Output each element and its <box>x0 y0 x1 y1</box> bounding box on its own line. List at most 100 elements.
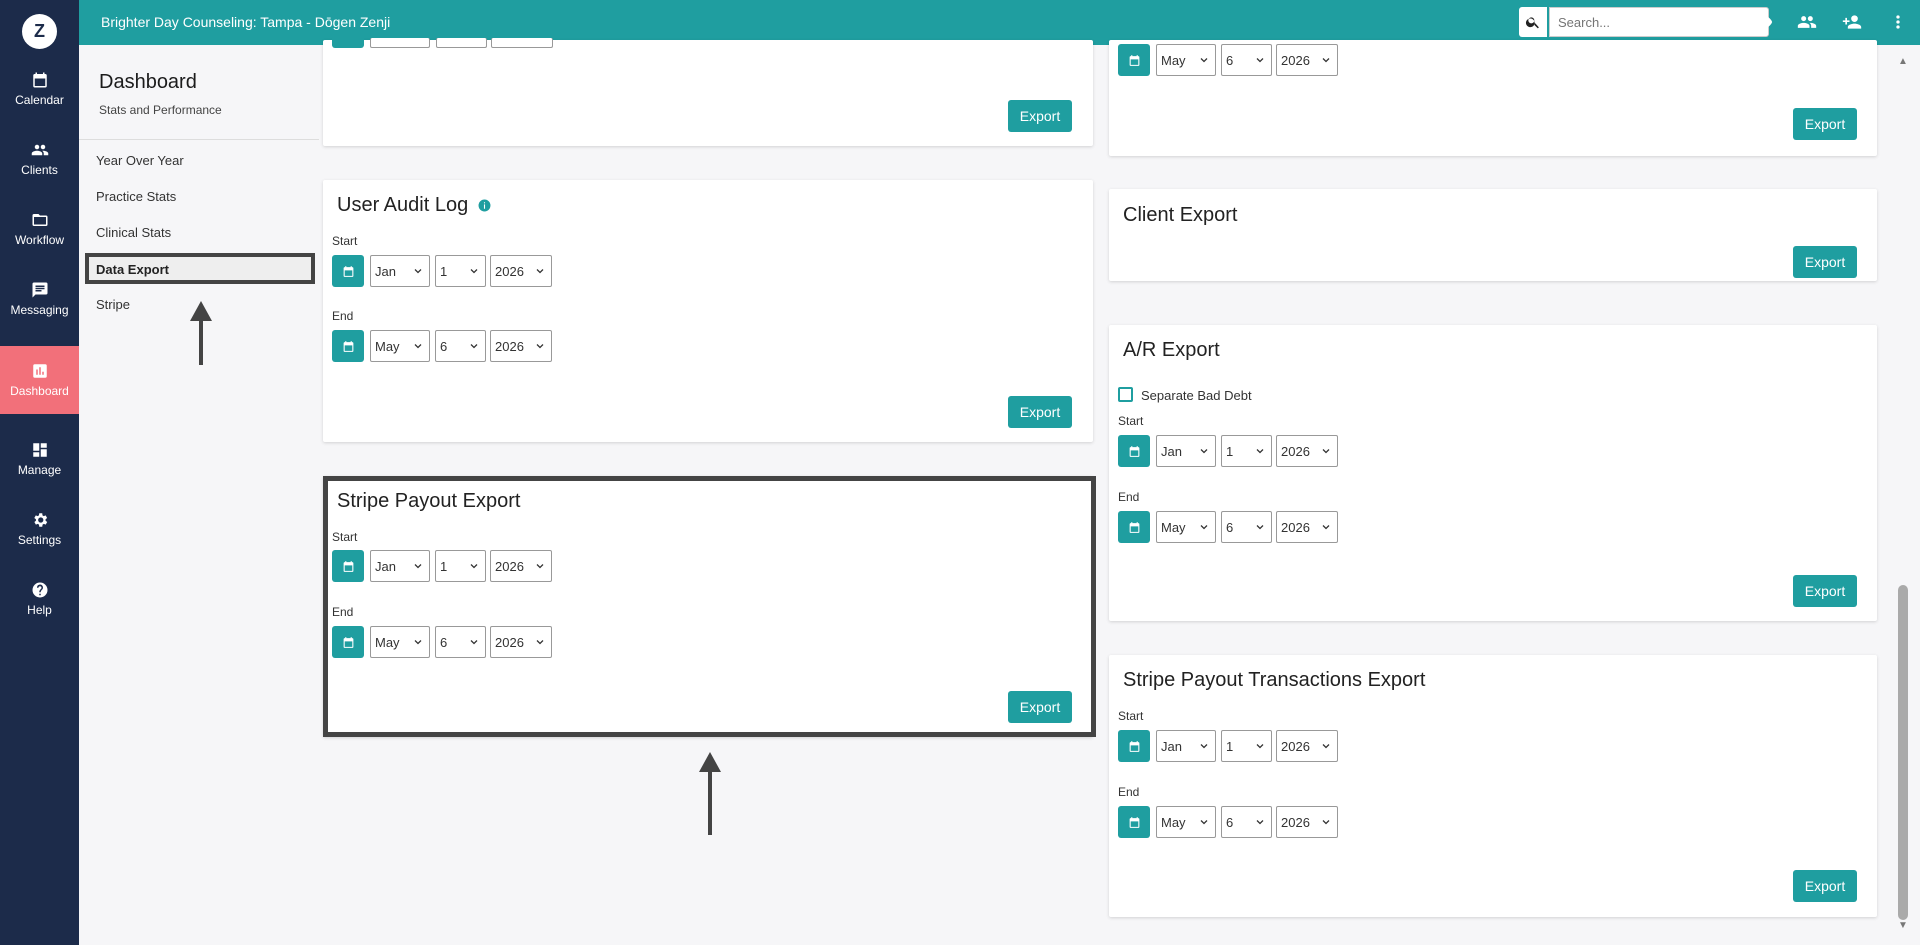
card-partial-top-right: May 6 2026 Export <box>1109 40 1877 156</box>
users-button[interactable] <box>1796 11 1818 33</box>
export-button[interactable]: Export <box>1008 396 1072 428</box>
nav-clients[interactable]: Clients <box>0 126 79 192</box>
nav-manage-label: Manage <box>17 463 62 477</box>
select-value: Jan <box>375 263 396 279</box>
month-select[interactable] <box>370 38 430 48</box>
chevron-down-icon <box>414 564 422 569</box>
end-calendar-button[interactable] <box>332 330 364 362</box>
start-month-select[interactable]: Jan <box>1156 730 1216 762</box>
scroll-down-arrow[interactable]: ▼ <box>1897 920 1909 932</box>
start-calendar-button[interactable] <box>1118 730 1150 762</box>
menu-item-clinical-stats[interactable]: Clinical Stats <box>96 225 171 240</box>
end-month-select[interactable]: May <box>1156 511 1216 543</box>
start-calendar-button[interactable] <box>332 550 364 582</box>
calendar-icon <box>1129 816 1139 828</box>
end-calendar-button[interactable] <box>1118 806 1150 838</box>
app-logo[interactable]: Z <box>22 14 57 49</box>
nav-help[interactable]: Help <box>0 566 79 632</box>
end-year-select[interactable]: 2026 <box>490 330 552 362</box>
select-value: 2026 <box>495 263 524 279</box>
card-stripe-payout-export: Stripe Payout Export Start Jan 1 2026 En… <box>323 476 1093 737</box>
nav-dashboard[interactable]: Dashboard <box>0 346 79 414</box>
start-year-select[interactable]: 2026 <box>1276 435 1338 467</box>
start-month-select[interactable]: Jan <box>1156 435 1216 467</box>
select-value: 2026 <box>1281 52 1310 68</box>
chevron-down-icon <box>470 564 478 569</box>
menu-item-practice-stats[interactable]: Practice Stats <box>96 189 176 204</box>
nav-settings[interactable]: Settings <box>0 496 79 562</box>
grid-icon <box>32 443 47 457</box>
menu-item-year-over-year[interactable]: Year Over Year <box>96 153 184 168</box>
calendar-button[interactable] <box>1118 44 1150 76</box>
start-month-select[interactable]: Jan <box>370 255 430 287</box>
nav-messaging[interactable]: Messaging <box>0 266 79 332</box>
end-day-select[interactable]: 6 <box>1221 806 1272 838</box>
start-day-select[interactable]: 1 <box>435 550 486 582</box>
select-value: 2026 <box>1281 814 1310 830</box>
end-year-select[interactable]: 2026 <box>1276 44 1338 76</box>
end-day-select[interactable]: 6 <box>1221 511 1272 543</box>
end-day-select[interactable]: 6 <box>435 330 486 362</box>
card-user-audit-log: User Audit Log Start Jan 1 2026 End May … <box>323 180 1093 442</box>
card-title: Client Export <box>1123 204 1238 226</box>
select-value: Jan <box>375 558 396 574</box>
nav-calendar[interactable]: Calendar <box>0 56 79 122</box>
export-button[interactable]: Export <box>1793 870 1857 902</box>
day-select[interactable] <box>436 38 487 48</box>
end-year-select[interactable]: 2026 <box>490 626 552 658</box>
start-day-select[interactable]: 1 <box>1221 435 1272 467</box>
menu-item-data-export[interactable]: Data Export <box>85 253 315 284</box>
end-calendar-button[interactable] <box>332 626 364 658</box>
year-select[interactable] <box>491 38 553 48</box>
scroll-up-arrow[interactable]: ▲ <box>1897 56 1909 68</box>
nav-messaging-label: Messaging <box>10 303 69 317</box>
calendar-icon <box>343 636 353 648</box>
end-month-select[interactable]: May <box>1156 44 1216 76</box>
export-button[interactable]: Export <box>1793 575 1857 607</box>
end-year-select[interactable]: 2026 <box>1276 511 1338 543</box>
calendar-icon <box>1129 54 1139 66</box>
info-icon[interactable] <box>478 199 491 212</box>
start-calendar-button[interactable] <box>332 255 364 287</box>
separate-bad-debt-checkbox[interactable] <box>1118 387 1133 402</box>
page-title: Dashboard <box>99 71 197 93</box>
end-month-select[interactable]: May <box>370 626 430 658</box>
end-day-select[interactable]: 6 <box>1221 44 1272 76</box>
start-month-select[interactable]: Jan <box>370 550 430 582</box>
people-icon <box>1797 16 1817 28</box>
end-month-select[interactable]: May <box>370 330 430 362</box>
start-calendar-button[interactable] <box>1118 435 1150 467</box>
start-year-select[interactable]: 2026 <box>490 550 552 582</box>
end-month-select[interactable]: May <box>1156 806 1216 838</box>
search-button[interactable] <box>1519 7 1547 37</box>
export-button[interactable]: Export <box>1008 691 1072 723</box>
eye-icon <box>1753 15 1773 29</box>
start-day-select[interactable]: 1 <box>435 255 486 287</box>
notifications-button[interactable] <box>1708 11 1730 33</box>
calendar-button[interactable] <box>332 38 364 48</box>
view-button[interactable] <box>1752 11 1774 33</box>
nav-workflow[interactable]: Workflow <box>0 196 79 262</box>
export-button[interactable]: Export <box>1008 100 1072 132</box>
start-year-select[interactable]: 2026 <box>1276 730 1338 762</box>
scrollbar-thumb[interactable] <box>1898 585 1908 920</box>
end-calendar-button[interactable] <box>1118 511 1150 543</box>
card-title: User Audit Log <box>337 194 491 217</box>
search-input[interactable] <box>1549 7 1769 37</box>
export-button[interactable]: Export <box>1793 246 1857 278</box>
chevron-down-icon <box>1256 525 1264 530</box>
export-button[interactable]: Export <box>1793 108 1857 140</box>
end-year-select[interactable]: 2026 <box>1276 806 1338 838</box>
select-value: 2026 <box>495 634 524 650</box>
chevron-down-icon <box>1256 744 1264 749</box>
end-label: End <box>1118 490 1140 504</box>
nav-manage[interactable]: Manage <box>0 426 79 492</box>
menu-item-stripe[interactable]: Stripe <box>96 297 130 312</box>
start-year-select[interactable]: 2026 <box>490 255 552 287</box>
more-menu-button[interactable] <box>1887 11 1909 33</box>
start-day-select[interactable]: 1 <box>1221 730 1272 762</box>
end-label: End <box>332 605 354 619</box>
end-day-select[interactable]: 6 <box>435 626 486 658</box>
add-user-button[interactable] <box>1841 11 1863 33</box>
select-value: Jan <box>1161 738 1182 754</box>
